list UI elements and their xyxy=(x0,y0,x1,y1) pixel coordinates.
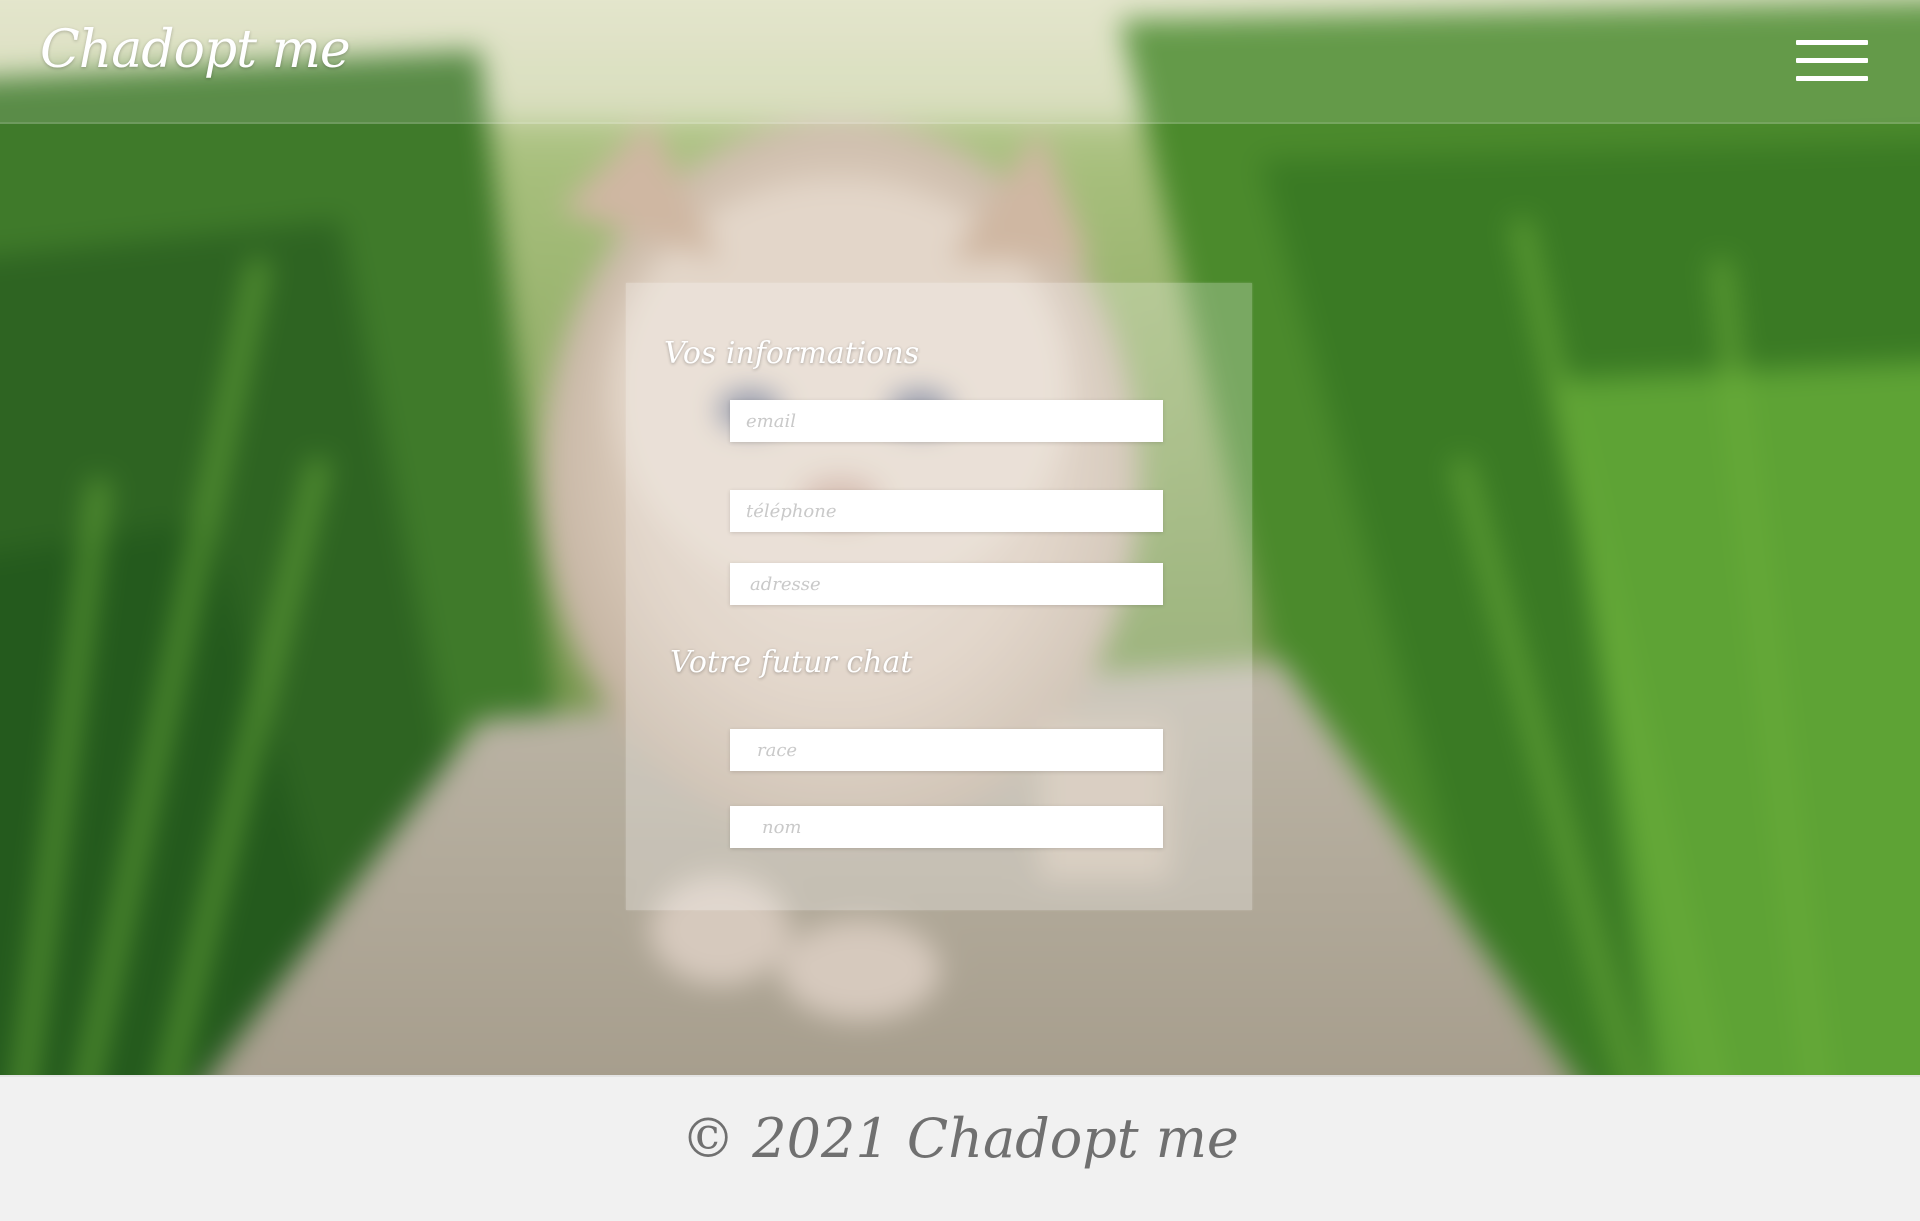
top-navbar: Chadopt me xyxy=(0,0,1920,124)
hamburger-menu-icon[interactable] xyxy=(1796,36,1868,86)
email-field[interactable] xyxy=(730,400,1163,442)
page-footer: © 2021 Chadopt me xyxy=(0,1075,1920,1221)
copyright-text: © 2021 Chadopt me xyxy=(681,1107,1239,1170)
brand-logo[interactable]: Chadopt me xyxy=(40,20,351,80)
address-field[interactable] xyxy=(730,563,1163,605)
section-title-your-info: Vos informations xyxy=(664,336,920,371)
breed-field[interactable] xyxy=(730,729,1163,771)
hero-section: Chadopt me Vos informations Votre futur … xyxy=(0,0,1920,1075)
cat-name-field[interactable] xyxy=(730,806,1163,848)
section-title-future-cat: Votre futur chat xyxy=(670,645,913,680)
phone-field[interactable] xyxy=(730,490,1163,532)
